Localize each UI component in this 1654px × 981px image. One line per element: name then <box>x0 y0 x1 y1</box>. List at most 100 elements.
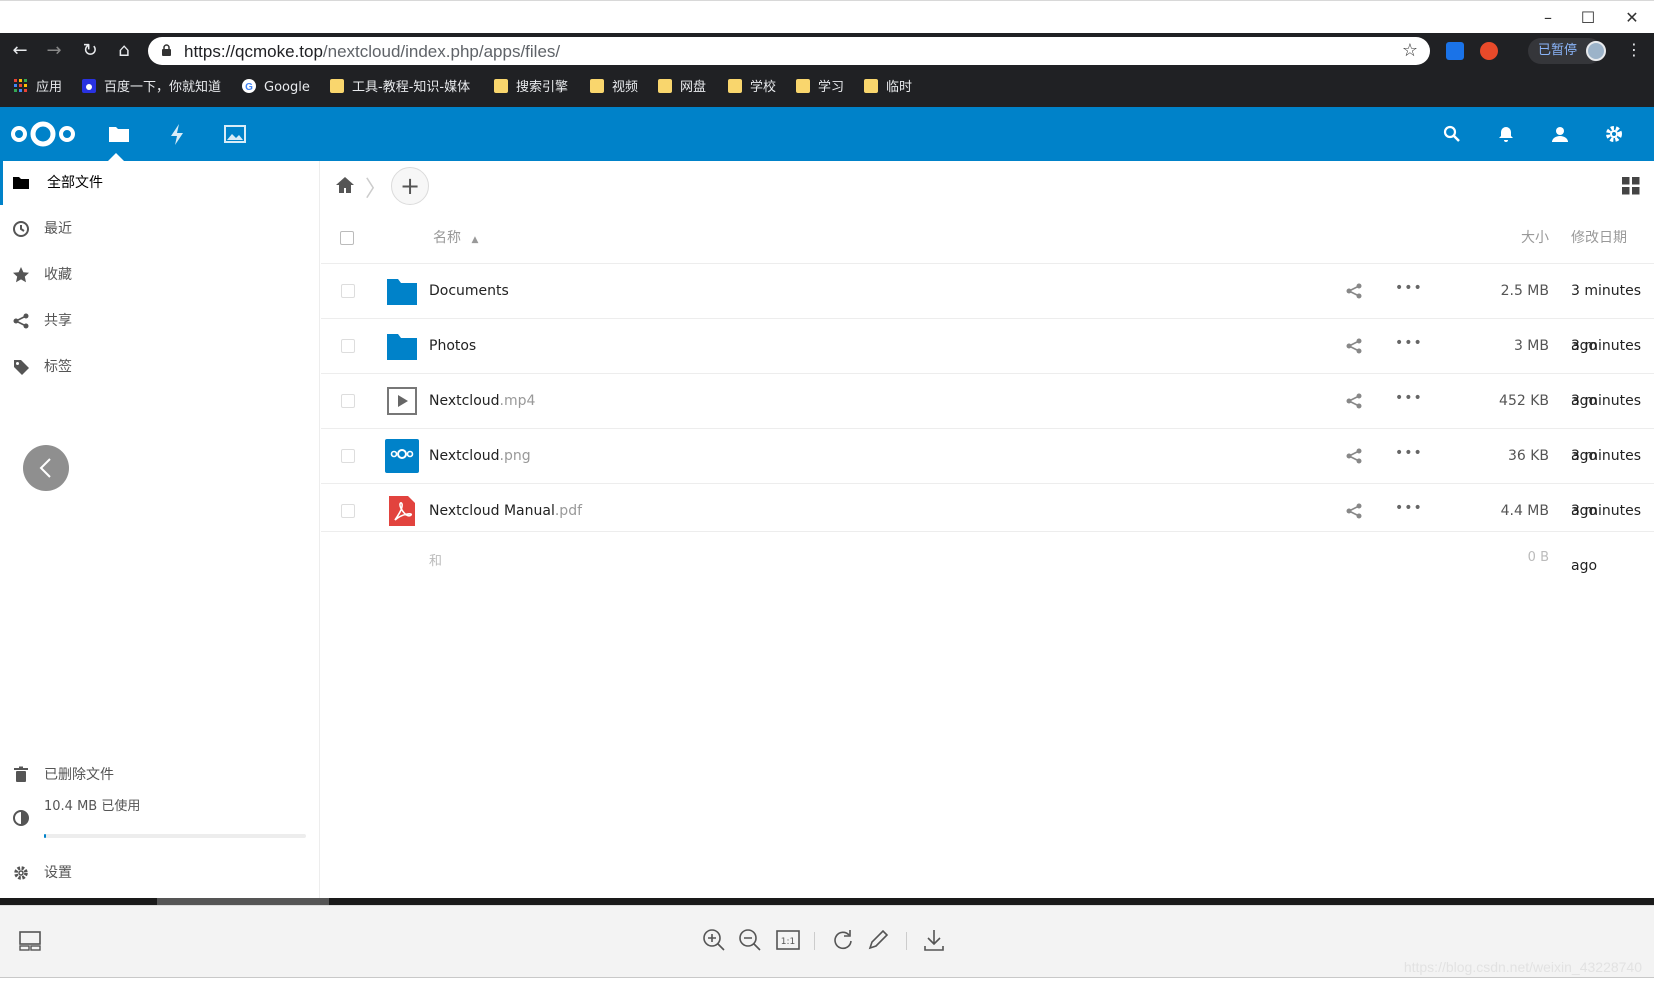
table-row[interactable]: Photos ••• 3 MB 3 minutes ago <box>321 318 1654 409</box>
row-checkbox[interactable] <box>341 449 355 463</box>
google-icon: G <box>242 79 256 93</box>
share-icon[interactable] <box>1345 337 1363 355</box>
share-icon[interactable] <box>1345 502 1363 520</box>
share-icon[interactable] <box>1345 392 1363 410</box>
sidebar-item-favorites[interactable]: 收藏 <box>0 253 320 297</box>
reload-button[interactable]: ↻ <box>78 39 102 63</box>
search-icon[interactable] <box>1440 122 1464 146</box>
table-row[interactable]: Documents ••• 2.5 MB 3 minutes ago <box>321 263 1654 354</box>
trash-icon <box>14 766 28 782</box>
sidebar-item-tags[interactable]: 标签 <box>0 345 320 389</box>
table-row[interactable]: Nextcloud.mp4 ••• 452 KB 3 minutes ago <box>321 373 1654 464</box>
nextcloud-logo-icon[interactable] <box>10 119 76 149</box>
translate-extension-icon[interactable] <box>1446 42 1464 60</box>
file-list-summary: 和 0 B <box>321 531 1654 581</box>
more-actions-icon[interactable]: ••• <box>1395 335 1422 353</box>
more-actions-icon[interactable]: ••• <box>1395 445 1422 463</box>
forward-button[interactable]: → <box>42 39 66 63</box>
folder-icon <box>658 79 672 93</box>
folder-icon <box>330 79 344 93</box>
quota-progress-bar <box>44 834 306 838</box>
more-actions-icon[interactable]: ••• <box>1395 500 1422 518</box>
download-icon[interactable] <box>920 926 948 954</box>
image-thumbnail-icon <box>385 439 419 473</box>
file-name[interactable]: Nextcloud.png <box>429 429 531 484</box>
column-header-name[interactable]: 名称 ▲ <box>433 213 478 263</box>
bookmark-google[interactable]: G Google <box>242 78 310 98</box>
zoom-out-icon[interactable] <box>736 926 764 954</box>
viewer-thumbnail-strip <box>0 898 1654 905</box>
share-icon[interactable] <box>1345 282 1363 300</box>
folder-icon <box>796 79 810 93</box>
active-app-indicator <box>108 153 124 161</box>
column-header-size[interactable]: 大小 <box>1445 213 1549 263</box>
grid-view-icon[interactable] <box>1622 177 1640 195</box>
new-file-button[interactable]: + <box>391 167 429 205</box>
bookmark-folder-study[interactable]: 学习 <box>796 78 844 98</box>
bookmark-baidu[interactable]: 百度一下，你就知道 <box>82 78 221 98</box>
row-checkbox[interactable] <box>341 284 355 298</box>
folder-icon <box>728 79 742 93</box>
home-button[interactable]: ⌂ <box>112 39 136 63</box>
bookmark-folder-school[interactable]: 学校 <box>728 78 776 98</box>
notifications-bell-icon[interactable] <box>1494 122 1518 146</box>
bookmark-folder-netdisk[interactable]: 网盘 <box>658 78 706 98</box>
contacts-icon[interactable] <box>1548 122 1572 146</box>
table-row[interactable]: Nextcloud Manual.pdf ••• 4.4 MB 3 minute… <box>321 483 1654 574</box>
files-app-icon[interactable] <box>106 121 132 147</box>
gear-icon <box>14 866 28 880</box>
gallery-app-icon[interactable] <box>222 121 248 147</box>
close-window-button[interactable]: ✕ <box>1612 7 1652 29</box>
file-list-area: 〉 + 名称 ▲ 大小 修改日期 Documents ••• 2.5 MB 3 … <box>321 161 1654 898</box>
settings-gear-icon[interactable] <box>1602 122 1626 146</box>
row-checkbox[interactable] <box>341 394 355 408</box>
maximize-button[interactable]: ☐ <box>1568 7 1608 29</box>
zoom-in-icon[interactable] <box>700 926 728 954</box>
bookmark-star-icon[interactable]: ☆ <box>1402 40 1418 61</box>
file-size: 36 KB <box>1507 448 1549 464</box>
sidebar-item-all-files[interactable]: 全部文件 <box>0 161 320 205</box>
address-bar[interactable]: https://qcmoke.top/nextcloud/index.php/a… <box>148 37 1430 65</box>
summary-size: 0 B <box>1527 550 1549 565</box>
file-name[interactable]: Nextcloud.mp4 <box>429 374 535 429</box>
row-checkbox[interactable] <box>341 339 355 353</box>
more-actions-icon[interactable]: ••• <box>1395 390 1422 408</box>
star-icon <box>13 267 29 283</box>
folder-icon <box>590 79 604 93</box>
home-breadcrumb-icon[interactable] <box>335 175 355 195</box>
extension-icon[interactable] <box>1480 42 1498 60</box>
rotate-icon[interactable] <box>828 926 856 954</box>
file-name[interactable]: Documents <box>429 264 509 319</box>
sidebar-item-recent[interactable]: 最近 <box>0 207 320 251</box>
sidebar-item-deleted-files[interactable]: 已删除文件 <box>0 753 320 797</box>
viewer-toolbar: 1:1 https://blog.csdn.net/weixin_4322874… <box>0 905 1654 981</box>
actual-size-icon[interactable]: 1:1 <box>774 926 802 954</box>
browser-toolbar: ← → ↻ ⌂ https://qcmoke.top/nextcloud/ind… <box>0 33 1654 68</box>
minimize-button[interactable]: – <box>1528 7 1568 29</box>
bookmark-folder-search[interactable]: 搜索引擎 <box>494 78 568 98</box>
select-all-checkbox[interactable] <box>340 231 354 245</box>
more-actions-icon[interactable]: ••• <box>1395 280 1422 298</box>
chrome-menu-icon[interactable]: ⋮ <box>1626 40 1642 59</box>
bookmark-apps[interactable]: 应用 <box>14 78 62 98</box>
bookmark-folder-video[interactable]: 视频 <box>590 78 638 98</box>
sidebar-item-shares[interactable]: 共享 <box>0 299 320 343</box>
window-bottom-edge <box>0 977 1654 981</box>
bookmark-folder-temp[interactable]: 临时 <box>864 78 912 98</box>
activity-app-icon[interactable] <box>164 121 190 147</box>
thumbnail-toggle-icon[interactable] <box>16 926 44 954</box>
table-row[interactable]: Nextcloud.png ••• 36 KB 3 minutes ago <box>321 428 1654 519</box>
toolbar-divider <box>906 932 907 950</box>
app-header <box>0 107 1654 161</box>
row-checkbox[interactable] <box>341 504 355 518</box>
collapse-sidebar-button[interactable] <box>23 445 69 491</box>
back-button[interactable]: ← <box>8 39 32 63</box>
edit-pencil-icon[interactable] <box>864 926 892 954</box>
column-header-modified[interactable]: 修改日期 <box>1571 213 1627 263</box>
avatar[interactable] <box>1586 41 1606 61</box>
share-icon[interactable] <box>1345 447 1363 465</box>
sidebar-item-settings[interactable]: 设置 <box>0 851 320 895</box>
file-name[interactable]: Photos <box>429 319 476 374</box>
bookmark-folder-tools[interactable]: 工具-教程-知识-媒体 <box>330 78 470 98</box>
viewer-thumbnail-segment[interactable] <box>157 898 329 905</box>
